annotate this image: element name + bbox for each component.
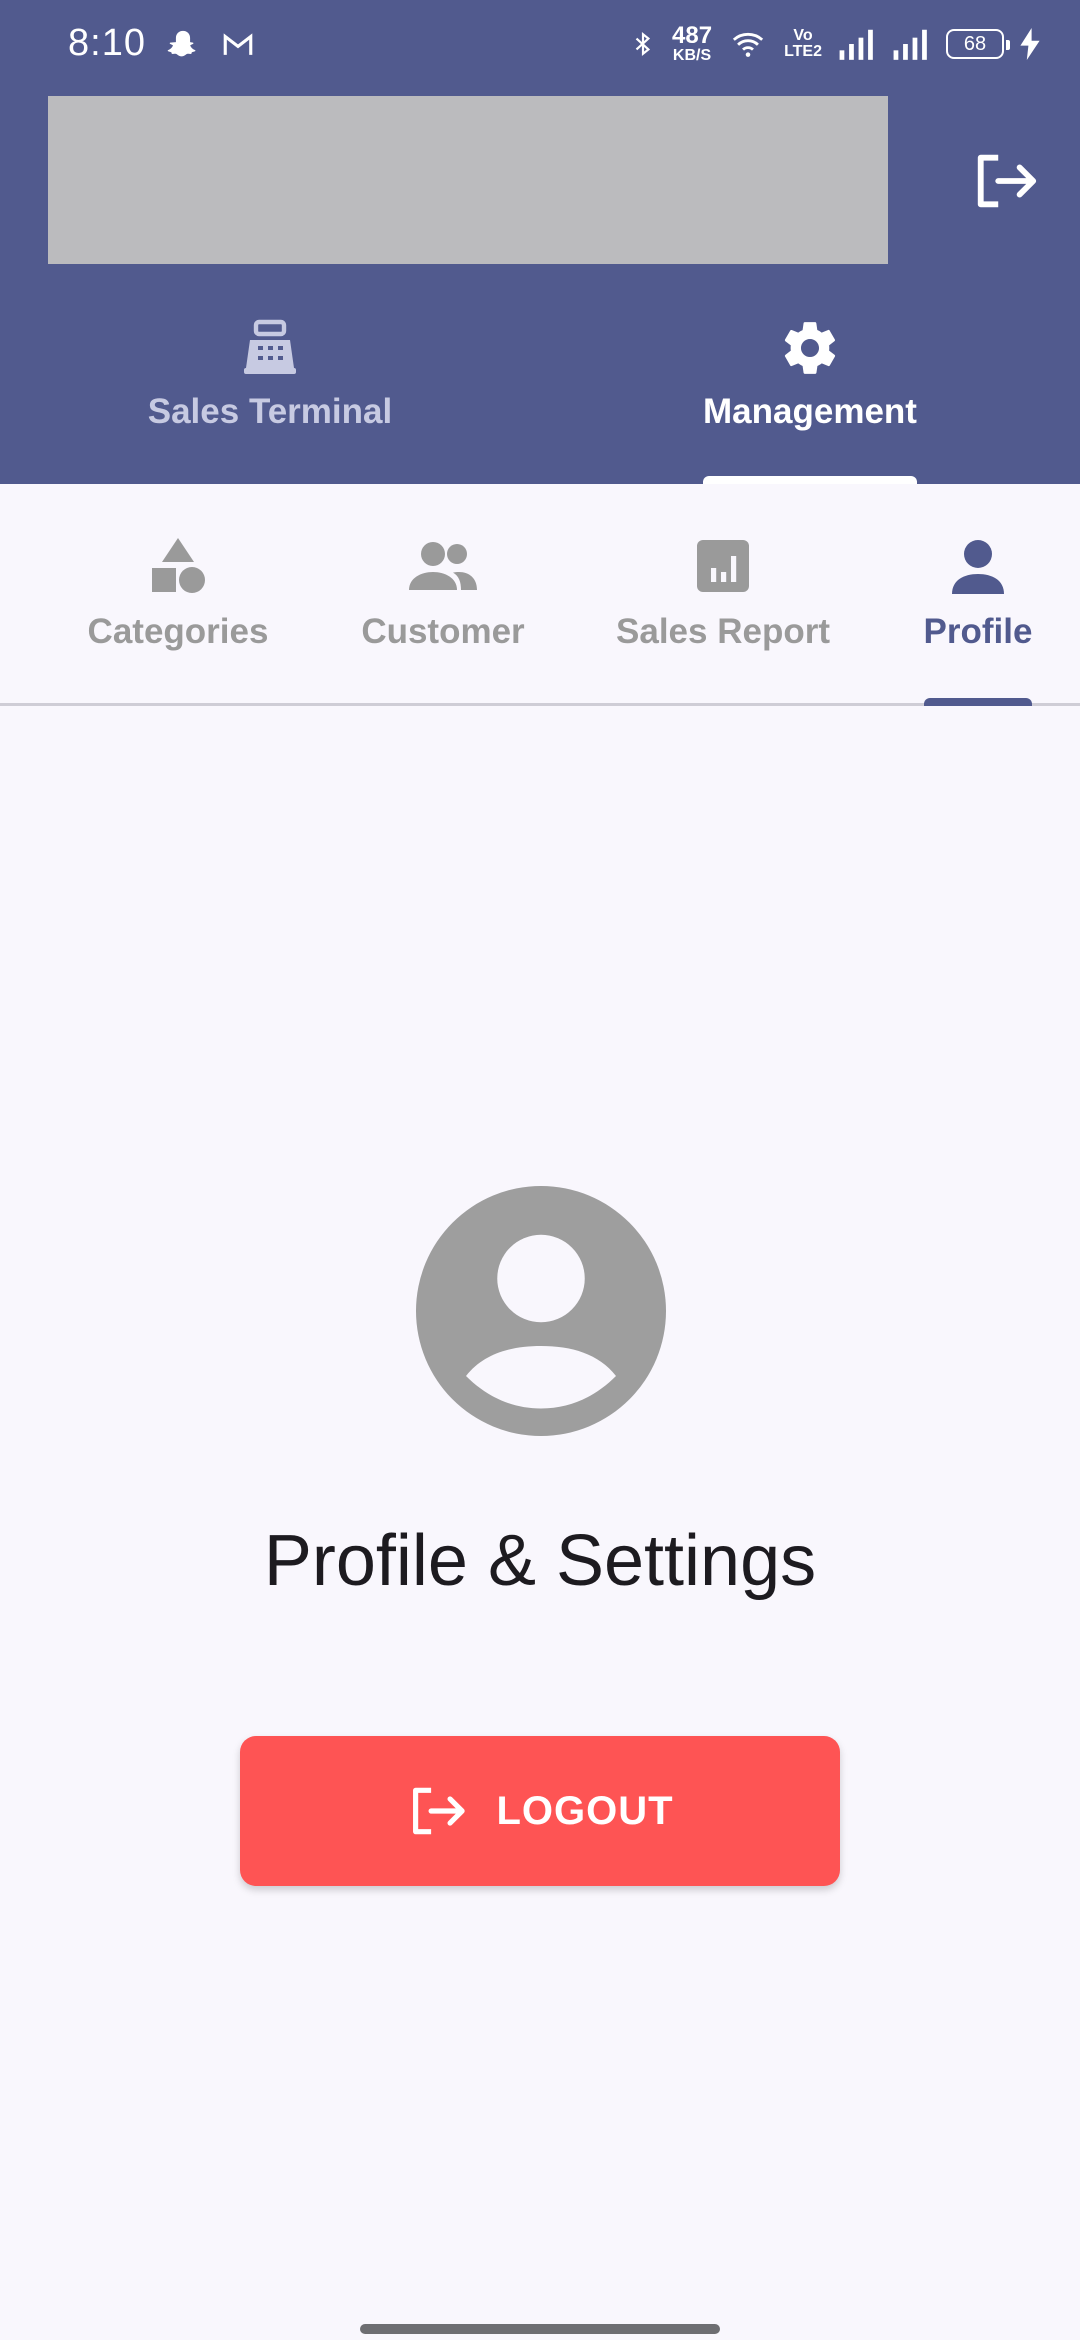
signal-icon	[839, 29, 873, 60]
net-speed: 487 KB/S	[672, 24, 712, 64]
tab-sales-report[interactable]: Sales Report	[616, 484, 830, 702]
status-right-icons: 487 KB/S Vo LTE2 68	[630, 24, 1040, 64]
people-icon	[409, 542, 477, 590]
volte-bottom: LTE2	[784, 43, 822, 60]
header-logout-button[interactable]	[970, 146, 1042, 216]
net-speed-unit: KB/S	[672, 47, 712, 64]
signal-icon	[893, 29, 927, 60]
tab-profile[interactable]: Profile	[918, 484, 1038, 702]
avatar	[416, 1186, 666, 1436]
account-circle-icon	[416, 1186, 666, 1436]
gear-icon	[784, 322, 836, 374]
page-title: Profile & Settings	[263, 1521, 817, 1601]
gmail-icon	[223, 33, 253, 55]
snapchat-icon	[167, 30, 196, 57]
tab-sales-terminal-label: Sales Terminal	[147, 392, 393, 431]
shapes-icon	[152, 538, 205, 593]
sub-tab-indicator	[924, 698, 1032, 706]
tab-sales-report-label: Sales Report	[616, 612, 830, 651]
tab-categories[interactable]: Categories	[88, 484, 268, 702]
tab-management-label: Management	[703, 392, 917, 431]
status-left-icons	[166, 28, 256, 62]
volte-indicator: Vo LTE2	[784, 28, 822, 60]
net-speed-value: 487	[672, 22, 713, 49]
status-time: 8:10	[68, 22, 146, 64]
bluetooth-icon	[635, 31, 651, 57]
logout-icon	[977, 154, 1037, 208]
charging-icon	[1020, 28, 1040, 60]
tab-customer[interactable]: Customer	[360, 484, 526, 702]
tab-profile-label: Profile	[923, 612, 1033, 651]
top-tab-indicator	[703, 476, 917, 484]
bar-chart-icon	[697, 540, 749, 592]
volte-top: Vo	[793, 27, 813, 44]
battery-icon: 68	[946, 29, 1010, 59]
app-header: 8:10 487 KB/S Vo LTE2 68 Sales Terminal …	[0, 0, 1080, 484]
logo-placeholder	[48, 96, 888, 264]
tab-categories-label: Categories	[87, 612, 269, 651]
logout-button[interactable]: LOGOUT	[240, 1736, 840, 1886]
person-icon	[952, 540, 1004, 594]
logout-icon	[413, 1787, 466, 1835]
logout-button-label: LOGOUT	[496, 1788, 674, 1833]
tab-sales-terminal[interactable]: Sales Terminal	[0, 300, 540, 484]
sub-tab-bar: Categories Customer Sales Report Profile	[0, 484, 1080, 706]
wifi-icon	[732, 32, 764, 57]
battery-level: 68	[963, 32, 987, 55]
cash-register-icon	[244, 319, 296, 374]
home-indicator[interactable]	[360, 2324, 720, 2334]
tab-management[interactable]: Management	[540, 300, 1080, 484]
status-bar: 8:10 487 KB/S Vo LTE2 68	[0, 0, 1080, 96]
tab-customer-label: Customer	[361, 612, 525, 651]
